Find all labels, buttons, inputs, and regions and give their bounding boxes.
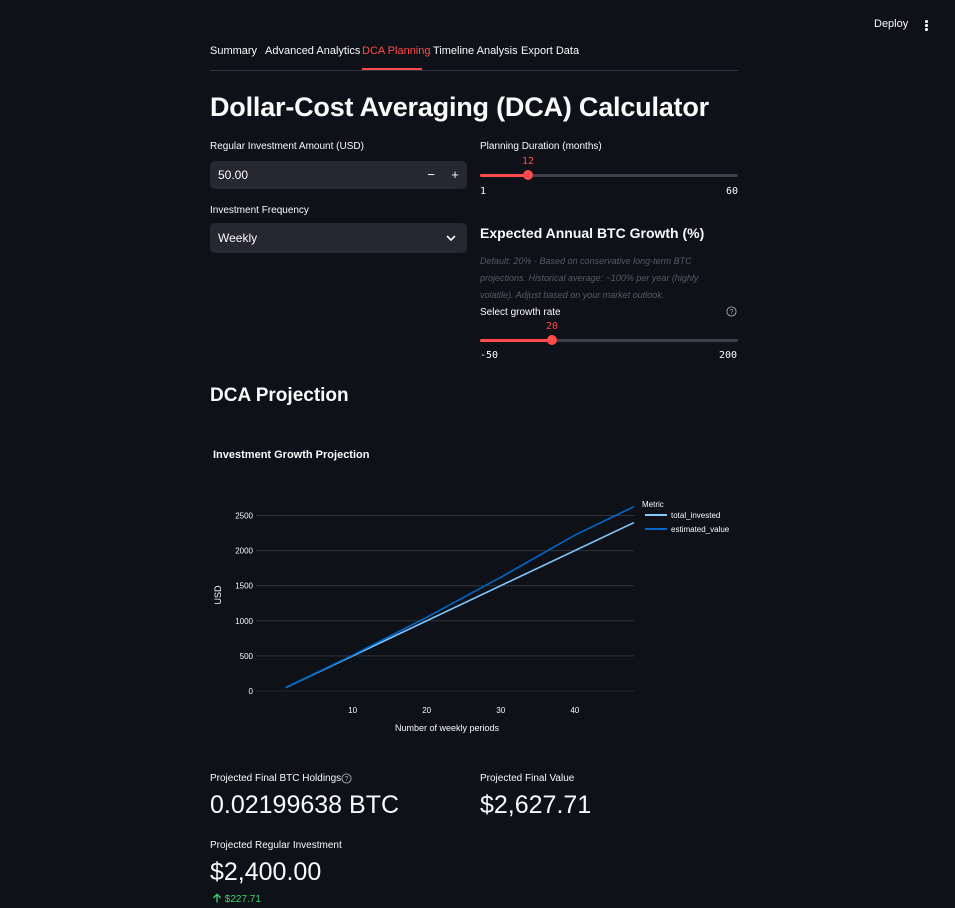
legend-item-estimated-value[interactable]: estimated_value: [671, 525, 730, 534]
growth-slider-fill: [480, 339, 553, 342]
regular-investment-delta: $227.71: [212, 893, 261, 905]
investment-amount-input[interactable]: 50.00 − +: [210, 161, 467, 189]
legend-title: Metric: [642, 500, 664, 509]
investment-amount-value[interactable]: 50.00: [218, 168, 248, 182]
y-axis-ticks: 0 500 1000 1500 2000 2500: [235, 512, 253, 696]
projection-heading: DCA Projection: [210, 385, 349, 406]
x-tick-label: 40: [570, 706, 579, 715]
growth-slider-thumb[interactable]: [547, 335, 558, 345]
active-tab-indicator: [362, 68, 422, 70]
duration-label: Planning Duration (months): [480, 141, 602, 152]
y-tick-label: 1500: [235, 582, 253, 591]
tab-bar: Summary Advanced Analytics DCA Planning …: [210, 40, 738, 71]
growth-slider-max: 200: [719, 350, 738, 361]
delta-value: $227.71: [224, 894, 261, 905]
tab-dca-planning[interactable]: DCA Planning: [362, 45, 431, 57]
series-line-estimated-value[interactable]: [285, 505, 635, 689]
y-tick-label: 2000: [235, 547, 253, 556]
investment-amount-label: Regular Investment Amount (USD): [210, 141, 364, 152]
frequency-select[interactable]: Weekly: [210, 223, 467, 253]
x-axis-ticks: 10 20 30 40: [348, 706, 580, 715]
x-tick-label: 20: [422, 706, 431, 715]
duration-slider-thumb[interactable]: [522, 170, 533, 180]
chart-legend[interactable]: Metric total_invested estimated_value: [642, 500, 730, 534]
growth-slider-value: 20: [546, 321, 559, 332]
x-axis-label: Number of weekly periods: [395, 723, 500, 733]
tab-advanced-analytics[interactable]: Advanced Analytics: [265, 45, 360, 57]
growth-caption: Default: 20% - Based on conservative lon…: [480, 256, 699, 300]
page-title: Dollar-Cost Averaging (DCA) Calculator: [210, 92, 709, 122]
help-icon[interactable]: ?: [341, 773, 352, 784]
arrow-up-icon: [213, 893, 221, 903]
duration-slider-max: 60: [726, 186, 739, 197]
tab-export-data[interactable]: Export Data: [521, 45, 579, 57]
growth-slider-min: -50: [480, 350, 499, 361]
final-value-label: Projected Final Value: [480, 773, 575, 784]
y-tick-label: 2500: [235, 512, 253, 521]
growth-rate-label: Select growth rate: [480, 307, 561, 318]
growth-projection-chart[interactable]: Investment Growth Projection 0 500 1000 150…: [200, 440, 750, 740]
frequency-selected-value: Weekly: [218, 231, 258, 245]
decrement-button[interactable]: −: [420, 164, 442, 186]
duration-slider-min: 1: [480, 186, 487, 197]
deploy-button[interactable]: Deploy: [866, 14, 916, 34]
frequency-label: Investment Frequency: [210, 205, 309, 216]
tab-summary[interactable]: Summary: [210, 45, 257, 57]
kebab-menu-icon[interactable]: [918, 14, 934, 36]
growth-heading: Expected Annual BTC Growth (%): [480, 225, 705, 241]
svg-text:?: ?: [345, 776, 349, 783]
tab-timeline-analysis[interactable]: Timeline Analysis: [433, 45, 518, 57]
btc-holdings-label: Projected Final BTC Holdings: [210, 773, 342, 784]
duration-slider-fill: [480, 174, 528, 177]
regular-investment-label: Projected Regular Investment: [210, 840, 342, 851]
x-tick-label: 10: [348, 706, 357, 715]
svg-text:?: ?: [730, 309, 734, 316]
help-icon[interactable]: ?: [726, 306, 737, 317]
chart-title: Investment Growth Projection: [213, 449, 370, 461]
regular-investment-value: $2,400.00: [210, 858, 322, 886]
x-tick-label: 30: [496, 706, 505, 715]
y-axis-label: USD: [213, 585, 223, 605]
duration-slider-value: 12: [522, 156, 535, 167]
y-tick-label: 500: [240, 652, 254, 661]
increment-button[interactable]: +: [444, 164, 466, 186]
legend-item-total-invested[interactable]: total_invested: [671, 511, 720, 520]
chart-grid: [256, 515, 634, 692]
final-value-value: $2,627.71: [480, 791, 592, 819]
y-tick-label: 1000: [235, 617, 253, 626]
btc-holdings-value: 0.02199638 BTC: [210, 791, 400, 819]
chevron-down-icon: [446, 235, 456, 241]
chart-series: [285, 505, 635, 689]
y-tick-label: 0: [249, 687, 254, 696]
